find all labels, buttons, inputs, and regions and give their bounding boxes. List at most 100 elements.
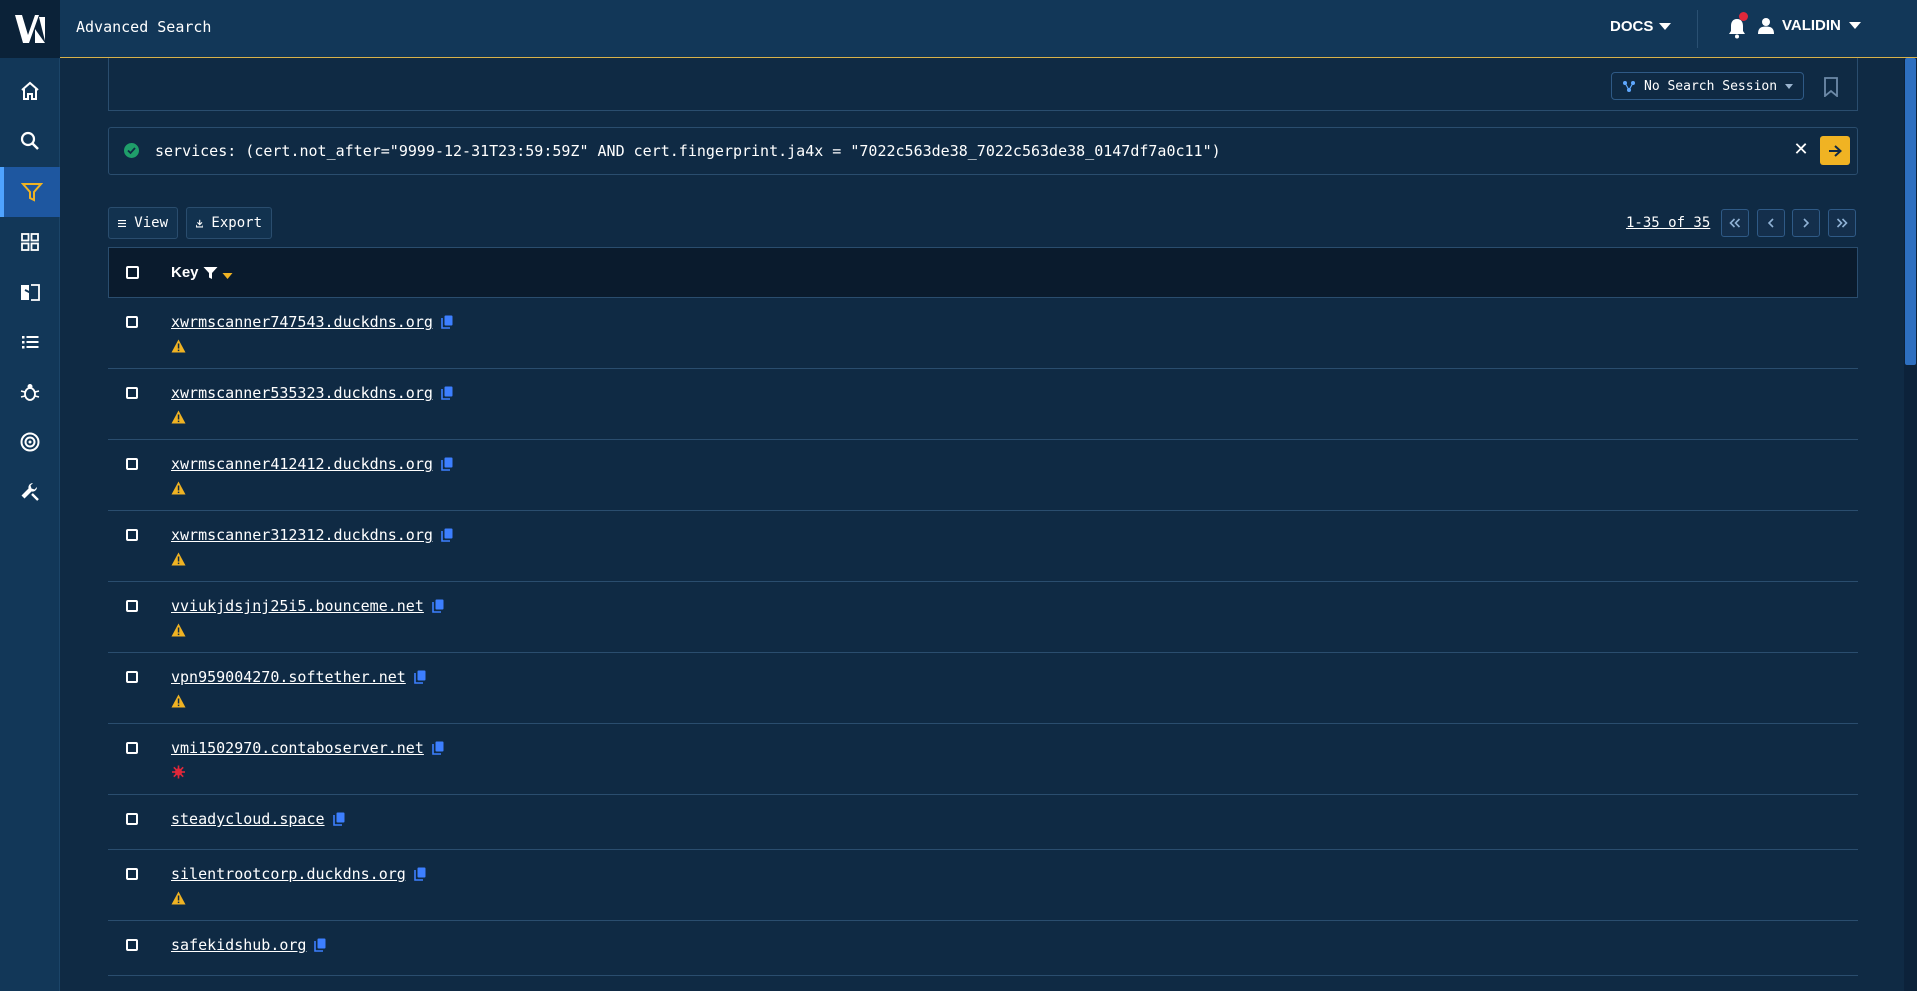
copy-icon[interactable] [332,812,345,826]
sidebar-item-targets[interactable] [0,417,60,467]
grid-icon [21,233,39,251]
sidebar-item-dashboard[interactable] [0,217,60,267]
export-label: Export [211,215,262,231]
warning-icon [171,891,186,905]
export-button[interactable]: Export [186,207,272,239]
sidebar-item-advanced-search[interactable] [0,167,60,217]
row-key-text: vmi1502970.contaboserver.net [171,739,424,757]
row-key-link[interactable]: xwrmscanner747543.duckdns.org [171,313,453,331]
prev-page-button[interactable] [1757,209,1785,237]
row-checkbox[interactable] [126,529,138,541]
filter-icon [21,183,43,202]
table-row: vmi1502970.contaboserver.net [108,725,1858,795]
row-key-text: xwrmscanner412412.duckdns.org [171,455,433,473]
list-icon [22,336,39,349]
chevrons-right-icon [1836,218,1848,228]
column-filter-icon[interactable] [203,266,218,280]
wrench-icon [21,483,39,501]
page-title: Advanced Search [76,18,212,36]
search-session-panel [108,58,1858,111]
table-row: vpn959004270.softether.net [108,654,1858,724]
row-key-link[interactable]: silentrootcorp.duckdns.org [171,865,426,883]
arrow-right-icon [1829,144,1842,157]
user-icon [1758,18,1774,34]
key-column-header[interactable]: Key [171,264,233,281]
select-all-checkbox[interactable] [126,266,139,279]
copy-icon[interactable] [441,457,453,471]
clear-query-icon[interactable]: ✕ [1792,140,1810,160]
copy-icon[interactable] [414,867,426,881]
copy-icon[interactable] [441,528,453,542]
search-icon [20,131,39,150]
row-key-link[interactable]: xwrmscanner312312.duckdns.org [171,526,453,544]
copy-icon[interactable] [441,315,453,329]
top-bar: Advanced Search DOCS VALIDIN [0,0,1917,58]
next-page-button[interactable] [1792,209,1820,237]
chevron-down-icon [1785,83,1794,89]
run-query-button[interactable] [1820,136,1850,165]
sidebar-item-search[interactable] [0,116,60,166]
row-key-text: vpn959004270.softether.net [171,668,406,686]
copy-icon[interactable] [414,670,426,684]
sidebar-item-malware[interactable] [0,367,60,417]
table-row: safekidshub.org [108,922,1858,976]
logo-icon [15,15,45,43]
warning-icon [171,339,186,353]
row-checkbox[interactable] [126,671,138,683]
row-checkbox[interactable] [126,939,138,951]
copy-icon[interactable] [432,741,444,755]
row-key-link[interactable]: xwrmscanner412412.duckdns.org [171,455,453,473]
table-row: silentrootcorp.duckdns.org [108,851,1858,921]
row-checkbox[interactable] [126,316,138,328]
pagination-summary: 1-35 of 35 [1626,215,1711,231]
sidebar-item-tools[interactable] [0,467,60,517]
row-key-link[interactable]: vmi1502970.contaboserver.net [171,739,444,757]
copy-icon[interactable] [314,938,326,952]
row-checkbox[interactable] [126,813,138,825]
docs-label: DOCS [1610,18,1654,35]
bookmark-icon[interactable] [1823,77,1839,97]
table-row: xwrmscanner412412.duckdns.org [108,441,1858,511]
sidebar-item-home[interactable] [0,66,60,116]
docs-menu[interactable]: DOCS [1610,18,1672,35]
warning-icon [171,552,186,566]
copy-icon[interactable] [432,599,444,613]
row-key-text: xwrmscanner312312.duckdns.org [171,526,433,544]
view-button[interactable]: View [108,207,178,239]
row-key-text: xwrmscanner747543.duckdns.org [171,313,433,331]
query-input[interactable]: services: (cert.not_after="9999-12-31T23… [155,142,1221,160]
page-scrollbar-thumb[interactable] [1905,58,1916,365]
row-checkbox[interactable] [126,458,138,470]
row-key-link[interactable]: xwrmscanner535323.duckdns.org [171,384,453,402]
row-checkbox[interactable] [126,868,138,880]
key-column-label: Key [171,264,199,281]
validin-logo[interactable] [0,0,60,58]
row-key-link[interactable]: vpn959004270.softether.net [171,668,426,686]
sort-desc-icon[interactable] [222,271,233,281]
search-session-dropdown[interactable]: No Search Session [1611,72,1804,100]
notification-badge [1739,12,1748,21]
row-key-text: safekidshub.org [171,936,307,954]
row-key-text: vviukjdsjnj25i5.bounceme.net [171,597,424,615]
table-row: vviukjdsjnj25i5.bounceme.net [108,583,1858,653]
sidebar-item-compare[interactable] [0,267,60,317]
row-key-link[interactable]: steadycloud.space [171,810,345,828]
last-page-button[interactable] [1828,209,1856,237]
row-key-link[interactable]: vviukjdsjnj25i5.bounceme.net [171,597,444,615]
session-label: No Search Session [1644,78,1778,94]
menu-icon [118,219,127,227]
user-menu[interactable]: VALIDIN [1758,17,1861,34]
home-icon [21,81,39,100]
row-checkbox[interactable] [126,600,138,612]
row-checkbox[interactable] [126,387,138,399]
chevron-right-icon [1803,218,1810,228]
table-row: xwrmscanner747543.duckdns.org [108,299,1858,369]
warning-icon [171,694,186,708]
first-page-button[interactable] [1721,209,1749,237]
row-key-link[interactable]: safekidshub.org [171,936,326,954]
table-row: steadycloud.space [108,796,1858,850]
warning-icon [171,623,186,637]
copy-icon[interactable] [441,386,453,400]
row-checkbox[interactable] [126,742,138,754]
sidebar-item-lists[interactable] [0,317,60,367]
